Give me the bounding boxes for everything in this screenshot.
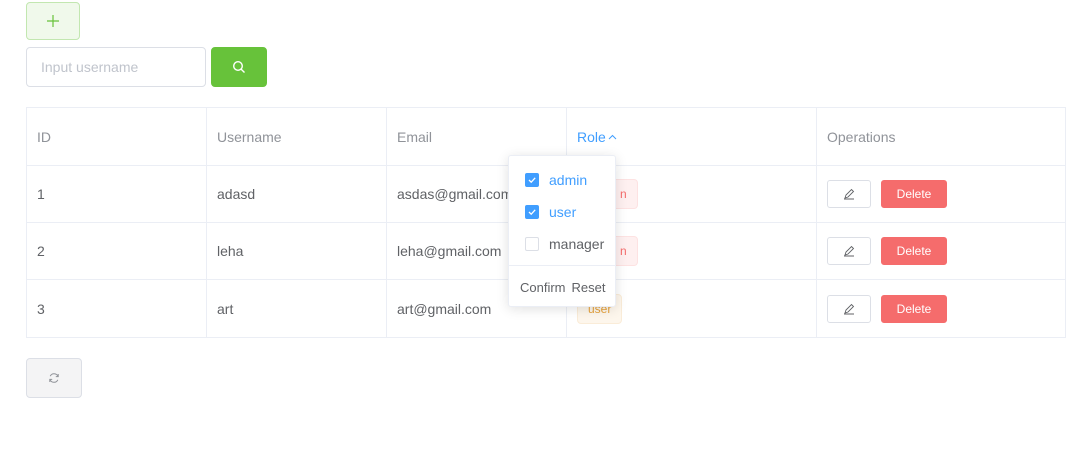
cell-username: leha: [217, 243, 244, 259]
cell-email: leha@gmail.com: [397, 243, 502, 259]
checkbox-checked-icon[interactable]: [525, 173, 539, 187]
cell-id: 3: [37, 300, 45, 317]
checkbox-checked-icon[interactable]: [525, 205, 539, 219]
cell-id: 2: [37, 243, 45, 259]
column-header-id: ID: [27, 108, 207, 165]
delete-button[interactable]: Delete: [881, 180, 947, 208]
search-button[interactable]: [211, 47, 267, 87]
filter-option-label: manager: [549, 236, 605, 252]
cell-username: adasd: [217, 186, 256, 202]
filter-option-manager[interactable]: manager: [525, 233, 604, 255]
role-filter-dropdown: admin user manager Confirm Reset: [508, 155, 616, 307]
refresh-icon: [49, 373, 59, 383]
cell-email: art@gmail.com: [397, 300, 492, 317]
role-header-label: Role: [577, 128, 606, 145]
filter-option-label: admin: [549, 172, 588, 188]
filter-confirm-button[interactable]: Confirm: [520, 280, 566, 295]
checkbox-unchecked-icon[interactable]: [525, 237, 539, 251]
cell-username: art: [217, 300, 234, 317]
edit-icon: [844, 245, 855, 257]
filter-footer: Confirm Reset: [509, 265, 615, 308]
edit-icon: [844, 188, 855, 200]
filter-reset-button[interactable]: Reset: [572, 280, 606, 295]
cell-email: asdas@gmail.com: [397, 186, 513, 202]
filter-option-admin[interactable]: admin: [525, 169, 587, 191]
filter-option-label: user: [549, 204, 577, 220]
edit-button[interactable]: [827, 294, 871, 323]
search-icon: [232, 60, 245, 73]
column-header-username: Username: [207, 108, 387, 165]
add-button[interactable]: [26, 2, 80, 40]
delete-button[interactable]: Delete: [881, 237, 947, 265]
search-input[interactable]: [26, 47, 206, 87]
edit-icon: [844, 303, 855, 314]
refresh-button[interactable]: [26, 358, 82, 398]
filter-option-user[interactable]: user: [525, 201, 576, 223]
edit-button[interactable]: [827, 180, 871, 208]
column-header-operations: Operations: [827, 128, 896, 145]
plus-icon: [47, 15, 59, 27]
edit-button[interactable]: [827, 237, 871, 265]
cell-id: 1: [37, 186, 45, 202]
chevron-up-icon[interactable]: [608, 129, 617, 145]
delete-button[interactable]: Delete: [881, 294, 947, 323]
